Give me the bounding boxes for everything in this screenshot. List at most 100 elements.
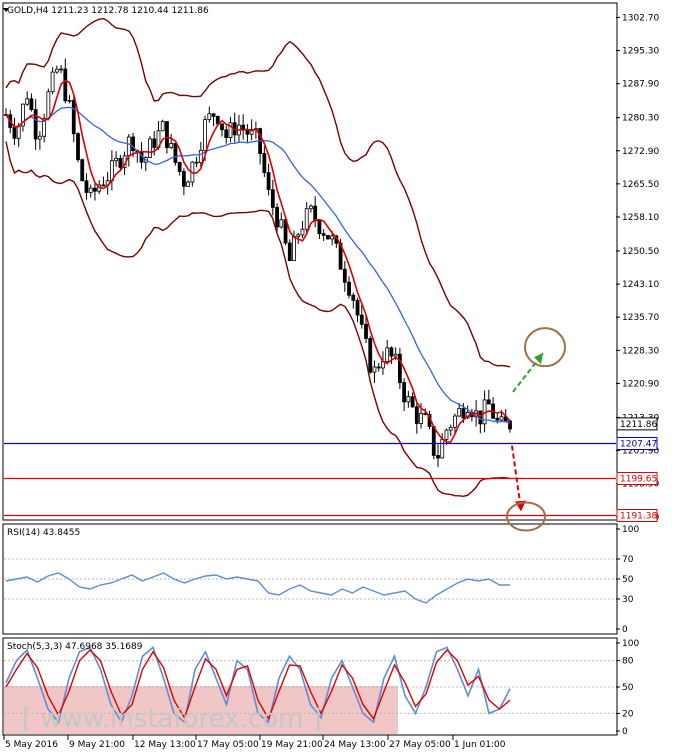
price-y-tick-label: 1302.70 — [622, 13, 659, 23]
candle-body — [46, 91, 51, 119]
candle-body — [300, 228, 305, 236]
candle-body — [152, 138, 157, 148]
candle-body — [372, 366, 377, 373]
candle-body — [406, 396, 411, 403]
candle-body — [16, 125, 21, 139]
candle-body — [186, 181, 191, 187]
price-y-tick-label: 1243.10 — [622, 280, 659, 290]
stoch-y-tick-label: 0 — [622, 727, 628, 737]
x-tick-label: 12 May 13:00 — [134, 740, 196, 750]
candle-body — [211, 113, 216, 117]
candle-body — [262, 153, 267, 174]
candle-body — [80, 159, 85, 182]
x-tick-label: 27 May 05:00 — [389, 740, 451, 750]
background — [0, 0, 688, 754]
candle-body — [114, 158, 119, 162]
candle-body — [160, 121, 165, 132]
candle-body — [275, 206, 279, 228]
candle-body — [37, 135, 42, 140]
candle-body — [397, 353, 402, 384]
candle-body — [198, 150, 203, 163]
x-tick-label: 17 May 05:00 — [197, 740, 259, 750]
candle-body — [296, 234, 301, 237]
candle-body — [71, 99, 76, 135]
price-y-tick-label: 1295.30 — [622, 47, 659, 57]
candle-body — [444, 429, 449, 440]
stoch-y-tick-label: 80 — [622, 657, 634, 667]
gold-h4-chart: 1302.70 1295.30 1287.90 1280.30 1272.90 1265.… — [0, 0, 688, 754]
price-y-tick-label: 1228.30 — [622, 346, 659, 356]
candle-body — [368, 338, 373, 373]
candle-body — [351, 294, 356, 301]
candle-body — [169, 143, 174, 148]
candle-body — [76, 133, 80, 161]
rsi-title: RSI(14) 43.8455 — [7, 528, 80, 538]
candle-body — [355, 299, 360, 316]
candle-body — [194, 161, 199, 164]
candle-body — [29, 98, 34, 110]
candle-body — [304, 208, 309, 230]
candle-body — [101, 184, 106, 187]
candle-body — [279, 219, 284, 228]
rsi-y-tick-label: 70 — [622, 555, 634, 565]
stoch-title: Stoch(5,3,3) 47.6968 35.1689 — [7, 642, 143, 652]
candle-body — [436, 455, 440, 459]
candle-body — [313, 205, 318, 222]
candle-body — [347, 281, 351, 296]
candle-body — [419, 412, 423, 424]
candle-body — [287, 242, 292, 262]
candle-body — [270, 189, 275, 208]
price-y-tick-label: 1265.50 — [622, 180, 659, 190]
candle-body — [88, 187, 93, 193]
candle-body — [173, 143, 178, 163]
candle-body — [224, 129, 229, 138]
candle-body — [342, 268, 347, 283]
candle-body — [84, 180, 89, 193]
price-y-tick-label: 1220.90 — [622, 379, 659, 389]
chart-title: GOLD,H4 1211.23 1212.78 1210.44 1211.86 — [7, 6, 209, 16]
candle-body — [317, 220, 322, 235]
rsi-y-tick-label: 50 — [622, 575, 634, 585]
candle-body — [364, 323, 368, 339]
rsi-y-tick-label: 0 — [622, 625, 628, 635]
candle-body — [59, 68, 63, 71]
stoch-y-tick-label: 50 — [622, 683, 634, 693]
candle-body — [25, 98, 30, 105]
candle-body — [292, 236, 296, 262]
price-y-tick-label: 1258.10 — [622, 213, 659, 223]
candle-body — [181, 171, 186, 187]
candle-body — [177, 162, 182, 172]
candle-body — [431, 426, 436, 456]
candle-body — [207, 113, 212, 121]
candle-body — [309, 205, 313, 210]
level-label: 1199.65 — [620, 475, 657, 485]
candle-body — [93, 187, 97, 192]
candle-body — [165, 121, 169, 148]
x-tick-label: 24 May 13:00 — [324, 740, 386, 750]
level-label: 1211.86 — [620, 420, 657, 430]
candle-body — [54, 68, 59, 73]
candle-body — [414, 406, 419, 424]
candle-body — [241, 124, 246, 131]
candle-body — [393, 353, 398, 357]
candle-body — [33, 109, 38, 140]
candle-body — [63, 68, 68, 102]
candle-body — [389, 347, 394, 357]
candle-body — [402, 382, 407, 403]
x-tick-label: 9 May 21:00 — [69, 740, 125, 750]
candle-body — [12, 127, 17, 139]
price-y-tick-label: 1272.90 — [622, 147, 659, 157]
candle-body — [67, 99, 72, 102]
candle-body — [448, 426, 453, 431]
candle-body — [148, 138, 152, 158]
candle-body — [461, 408, 466, 419]
candle-body — [385, 347, 390, 362]
candle-body — [453, 415, 457, 428]
x-tick-label: 19 May 21:00 — [261, 740, 323, 750]
candle-body — [499, 416, 504, 421]
candle-body — [410, 396, 415, 408]
candle-body — [457, 408, 462, 417]
candle-body — [203, 119, 207, 151]
watermark-text: [ www.instaforex.com ] — [22, 704, 322, 734]
price-y-tick-label: 1235.70 — [622, 313, 659, 323]
